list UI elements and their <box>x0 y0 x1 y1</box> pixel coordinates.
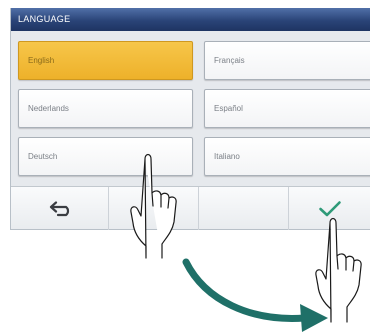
pointing-hand-icon <box>315 217 362 323</box>
curved-arrow-icon <box>182 258 328 332</box>
pointing-hand-icon <box>130 153 177 259</box>
instruction-overlay <box>130 153 362 332</box>
